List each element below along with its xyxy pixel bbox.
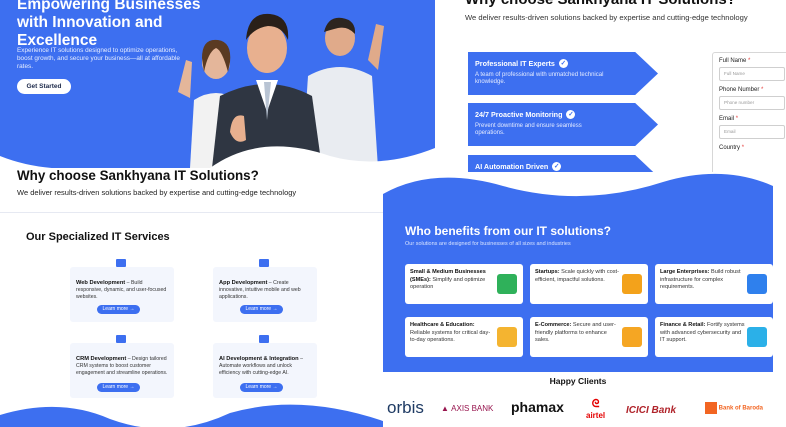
shopping-bag-icon	[747, 327, 767, 347]
benefit-card: Startups: Scale quickly with cost-effici…	[530, 264, 648, 304]
office-building-icon	[747, 274, 767, 294]
handshake-icon	[622, 274, 642, 294]
phone-number-label: Phone Number	[719, 87, 760, 93]
growth-chart-icon	[497, 274, 517, 294]
learn-more-button[interactable]: Learn more →	[240, 305, 283, 314]
full-name-label: Full Name	[719, 58, 747, 64]
benefit-card: Finance & Retail: Fortify systems with a…	[655, 317, 773, 357]
feature-title: Professional IT Experts	[475, 59, 555, 68]
learn-more-button[interactable]: Learn more →	[97, 383, 140, 392]
crm-icon	[116, 335, 126, 343]
benefits-section: Who benefits from our IT solutions? Our …	[383, 172, 773, 427]
laptop-icon	[116, 259, 126, 267]
why-choose-subtitle: We deliver results-driven solutions back…	[465, 13, 748, 22]
check-circle-icon: ✓	[558, 59, 568, 68]
learn-more-button[interactable]: Learn more →	[97, 305, 140, 314]
service-name: App Development	[219, 280, 268, 286]
full-name-field[interactable]: Full Name	[719, 67, 785, 81]
benefits-title: Who benefits from our IT solutions?	[405, 224, 611, 238]
check-circle-icon: ✓	[552, 162, 562, 171]
services-section: Our Specialized IT Services Web Developm…	[0, 212, 383, 427]
check-circle-icon: ✓	[566, 110, 576, 119]
mobile-app-icon	[259, 259, 269, 267]
phone-number-field[interactable]: Phone number	[719, 96, 785, 110]
service-card: App Development – Create innovative, int…	[213, 259, 317, 322]
benefits-subtitle: Our solutions are designed for businesse…	[405, 241, 571, 247]
hero-description: Experience IT solutions designed to opti…	[17, 47, 180, 70]
ai-chip-icon	[259, 335, 269, 343]
why-choose-top-section: Why choose Sankhyana IT Solutions? We de…	[445, 0, 786, 172]
service-card: AI Development & Integration – Automate …	[213, 335, 317, 398]
orbis-logo: orbis	[387, 398, 424, 417]
baroda-sun-icon	[705, 402, 717, 414]
service-name: Web Development	[76, 280, 126, 286]
feature-title: AI Automation Driven	[475, 162, 549, 171]
benefit-name: Startups:	[535, 269, 560, 275]
service-card: Web Development – Build responsive, dyna…	[70, 259, 174, 322]
benefit-card: E-Commerce: Secure and user-friendly pla…	[530, 317, 648, 357]
country-label: Country	[719, 145, 741, 151]
why-choose-heading: Why choose Sankhyana IT Solutions?	[17, 168, 259, 183]
email-label: Email	[719, 116, 735, 122]
benefit-name: Healthcare & Education:	[410, 322, 475, 328]
hero-section: Empowering Businesses with Innovation an…	[0, 0, 435, 168]
benefit-card: Healthcare & Education: Reliable systems…	[405, 317, 523, 357]
contact-form: Full Name * Full Name Phone Number * Pho…	[712, 52, 786, 172]
axis-bank-logo: ▲ AXIS BANK	[441, 404, 494, 413]
online-store-icon	[622, 327, 642, 347]
benefit-description: Reliable systems for critical day-to-day…	[410, 329, 491, 344]
service-card: CRM Development – Design tailored CRM sy…	[70, 335, 174, 398]
feature-card: AI Automation Driven ✓	[468, 155, 658, 172]
benefit-card: Small & Medium Businesses (SMEs): Simpli…	[405, 264, 523, 304]
benefit-name: Finance & Retail:	[660, 322, 706, 328]
phamax-logo: phamax	[511, 399, 564, 415]
airtel-swirl-icon: ᘓ	[591, 398, 600, 410]
feature-card: 24/7 Proactive Monitoring ✓ Prevent downt…	[468, 103, 658, 146]
clients-title: Happy Clients	[549, 376, 607, 386]
benefit-name: Large Enterprises:	[660, 269, 710, 275]
icici-bank-logo: ICICI Bank	[626, 405, 677, 416]
benefit-name: E-Commerce:	[535, 322, 572, 328]
service-name: AI Development & Integration	[219, 356, 299, 362]
why-choose-title: Why choose Sankhyana IT Solutions?	[465, 0, 736, 8]
feature-description: Prevent downtime and ensure seamless ope…	[475, 123, 582, 136]
clients-strip: Happy Clients orbis ▲ AXIS BANK phamax ᘓ…	[383, 372, 773, 427]
feature-card: Professional IT Experts ✓ A team of profe…	[468, 52, 658, 95]
axis-triangle-icon: ▲	[441, 404, 452, 413]
feature-description: A team of professional with unmatched te…	[475, 72, 604, 85]
feature-title: 24/7 Proactive Monitoring	[475, 110, 563, 119]
email-field[interactable]: Email	[719, 125, 785, 139]
service-name: CRM Development	[76, 356, 127, 362]
services-title: Our Specialized IT Services	[26, 231, 170, 243]
bank-of-baroda-logo: Bank of Baroda	[705, 402, 763, 414]
services-wave-decoration	[0, 404, 383, 427]
hero-wave-decoration	[0, 146, 435, 168]
medical-folder-icon	[497, 327, 517, 347]
get-started-button[interactable]: Get Started	[17, 79, 71, 94]
benefit-card: Large Enterprises: Build robust infrastr…	[655, 264, 773, 304]
learn-more-button[interactable]: Learn more →	[240, 383, 283, 392]
airtel-logo: ᘓ airtel	[586, 398, 606, 420]
why-choose-tagline: We deliver results-driven solutions back…	[17, 188, 297, 197]
